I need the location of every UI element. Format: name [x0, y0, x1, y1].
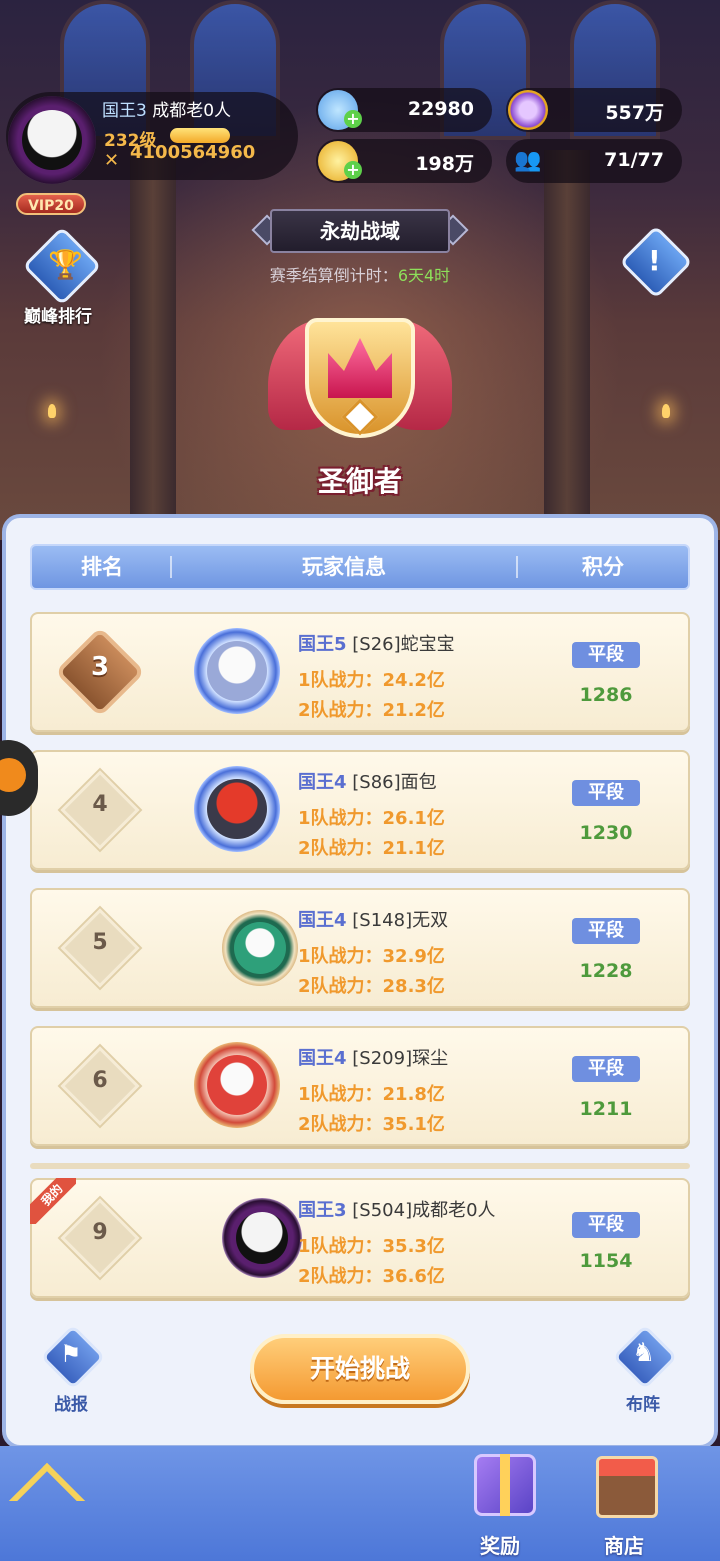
rank-number: 6 — [92, 1068, 108, 1093]
tier-badge: 平段 — [572, 1056, 640, 1082]
ranking-row[interactable]: 4 国王4 [S86]面包 1队战力：26.1亿 2队战力：21.1亿 平段 1… — [30, 750, 690, 870]
shop-stall-icon[interactable] — [596, 1456, 658, 1518]
gold-resource[interactable]: + 198万 — [316, 139, 492, 183]
team2-power: 2队战力：28.3亿 — [298, 976, 445, 997]
reward-label[interactable]: 奖励 — [480, 1530, 520, 1559]
header-rank: 排名 — [81, 555, 123, 579]
ranking-row[interactable]: 3 国王5 [S26]蛇宝宝 1队战力：24.2亿 2队战力：21.2亿 平段 … — [30, 612, 690, 732]
rank-number: 9 — [92, 1220, 108, 1245]
player-avatar — [207, 1055, 267, 1115]
gift-ribbon — [500, 1454, 510, 1516]
header-score: 积分 — [582, 555, 624, 579]
vip-badge[interactable]: VIP20 — [16, 193, 86, 215]
flag-icon: ⚑ — [60, 1340, 82, 1368]
tier-badge: 平段 — [572, 1212, 640, 1238]
team1-power: 1队战力：35.3亿 — [298, 1236, 445, 1257]
tier-badge: 平段 — [572, 918, 640, 944]
tier-badge: 平段 — [572, 642, 640, 668]
score-value: 1286 — [579, 684, 633, 706]
diamond-resource[interactable]: + 22980 — [316, 88, 492, 132]
mode-title: 永劫战域 — [270, 209, 450, 253]
members-resource[interactable]: 👥 71/77 — [506, 139, 682, 183]
rank-tier-title: 圣御者 — [317, 465, 402, 498]
start-challenge-button[interactable]: 开始挑战 — [250, 1334, 470, 1404]
rank-number: 3 — [90, 652, 110, 682]
add-gold-icon[interactable]: + — [344, 161, 362, 179]
shop-label[interactable]: 商店 — [604, 1530, 644, 1559]
team2-power: 2队战力：21.1亿 — [298, 838, 445, 859]
trophy-icon: 🏆 — [48, 248, 83, 281]
player-avatar — [236, 1212, 288, 1264]
rank-number: 5 — [92, 930, 108, 955]
player-title: 国王4 [S209]琛尘 — [298, 1048, 449, 1069]
team2-power: 2队战力：35.1亿 — [298, 1114, 445, 1135]
team1-power: 1队战力：24.2亿 — [298, 670, 445, 691]
ranking-header: 排名 玩家信息 积分 — [30, 544, 690, 590]
player-avatar-image — [22, 110, 82, 170]
candle — [662, 404, 670, 418]
diamond-value: 22980 — [407, 98, 474, 120]
player-title: 国王4 [S148]无双 — [298, 910, 449, 931]
score-value: 1154 — [579, 1250, 633, 1272]
people-icon: 👥 — [514, 148, 542, 173]
members-value: 71/77 — [604, 149, 664, 171]
candle — [48, 404, 56, 418]
player-avatar — [207, 779, 267, 839]
mine-ribbon: 我的 — [30, 1178, 76, 1224]
orb-value: 557万 — [605, 102, 664, 124]
team1-power: 1队战力：26.1亿 — [298, 808, 445, 829]
exclamation-icon: ! — [648, 244, 661, 277]
my-ranking-row[interactable]: 我的 9 国王3 [S504]成都老0人 1队战力：35.3亿 2队战力：36.… — [30, 1178, 690, 1298]
orb-resource[interactable]: 557万 — [506, 88, 682, 132]
player-title: 国王5 [S26]蛇宝宝 — [298, 634, 455, 655]
rank-number: 4 — [92, 792, 108, 817]
formation-label: 布阵 — [626, 1395, 660, 1415]
ranking-row[interactable]: 6 国王4 [S209]琛尘 1队战力：21.8亿 2队战力：35.1亿 平段 … — [30, 1026, 690, 1146]
swords-icon: ✕ — [104, 150, 120, 171]
chess-knight-icon: ♞ — [632, 1338, 656, 1368]
battle-report-label: 战报 — [54, 1395, 88, 1415]
score-value: 1230 — [579, 822, 633, 844]
player-name: 国王3 成都老0人 — [102, 101, 232, 121]
exp-bar — [170, 128, 230, 143]
team1-power: 1队战力：32.9亿 — [298, 946, 445, 967]
list-scroll-edge — [30, 1163, 690, 1169]
add-diamond-icon[interactable]: + — [344, 110, 362, 128]
score-value: 1228 — [579, 960, 633, 982]
gold-value: 198万 — [415, 153, 474, 175]
player-title: 国王3 [S504]成都老0人 — [298, 1200, 496, 1221]
player-power: 4100564960 — [130, 142, 256, 163]
ranking-row[interactable]: 5 国王4 [S148]无双 1队战力：32.9亿 2队战力：28.3亿 平段 … — [30, 888, 690, 1008]
team2-power: 2队战力：36.6亿 — [298, 1266, 445, 1287]
team2-power: 2队战力：21.2亿 — [298, 700, 445, 721]
peak-rank-label: 巅峰排行 — [24, 307, 92, 327]
player-avatar — [207, 641, 267, 701]
season-countdown: 赛季结算倒计时：6天4时 — [269, 266, 451, 285]
header-player-info: 玩家信息 — [302, 555, 386, 579]
player-avatar — [234, 922, 286, 974]
player-title: 国王4 [S86]面包 — [298, 772, 437, 793]
score-value: 1211 — [579, 1098, 633, 1120]
tier-badge: 平段 — [572, 780, 640, 806]
mine-tag-text: 我的 — [30, 1178, 76, 1224]
team1-power: 1队战力：21.8亿 — [298, 1084, 445, 1105]
purple-orb-icon — [508, 90, 548, 130]
